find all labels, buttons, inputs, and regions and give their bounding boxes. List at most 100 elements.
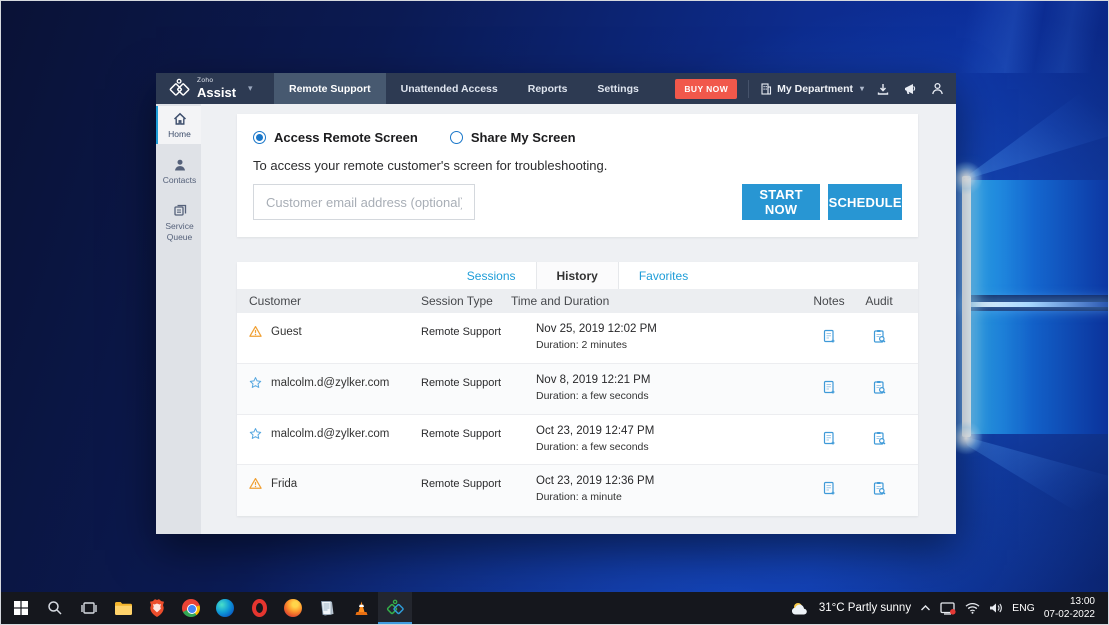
vlc-icon: [353, 600, 370, 617]
notes-icon[interactable]: [822, 380, 837, 395]
sidebar-item-service-queue[interactable]: Service Queue: [156, 198, 201, 246]
taskbar-search-button[interactable]: [38, 592, 72, 624]
radio-label: Access Remote Screen: [274, 130, 418, 145]
firefox-browser-button[interactable]: [276, 592, 310, 624]
sidebar-item-home[interactable]: Home: [156, 106, 201, 144]
tray-overflow-chevron-icon[interactable]: [920, 604, 931, 612]
taskbar-clock[interactable]: 13:00 07-02-2022: [1044, 595, 1095, 622]
start-now-button[interactable]: START NOW: [742, 184, 820, 220]
task-view-button[interactable]: [72, 592, 106, 624]
column-customer: Customer: [249, 294, 421, 308]
app-navbar: Zoho Assist ▾ Remote Support Unattended …: [156, 73, 956, 104]
tab-sessions[interactable]: Sessions: [447, 262, 536, 289]
divider: [748, 80, 749, 98]
session-duration: Duration: a minute: [536, 491, 801, 503]
favorite-star-icon: [249, 376, 262, 389]
warning-icon: [249, 325, 262, 338]
column-audit: Audit: [857, 294, 901, 308]
notepad-button[interactable]: [310, 592, 344, 624]
session-type: Remote Support: [421, 465, 511, 516]
clock-date: 07-02-2022: [1044, 608, 1095, 622]
sessions-history-card: Sessions History Favorites Customer Sess…: [237, 262, 918, 516]
table-row[interactable]: Guest Remote Support Nov 25, 2019 12:02 …: [237, 313, 918, 364]
tab-favorites[interactable]: Favorites: [619, 262, 708, 289]
vlc-player-button[interactable]: [344, 592, 378, 624]
session-type: Remote Support: [421, 415, 511, 465]
nav-tabs: Remote Support Unattended Access Reports…: [274, 73, 654, 104]
brave-browser-button[interactable]: [140, 592, 174, 624]
schedule-button[interactable]: SCHEDULE: [828, 184, 902, 220]
session-time: Nov 25, 2019 12:02 PM: [536, 323, 801, 335]
radio-unselected-icon[interactable]: [450, 131, 463, 144]
nav-tab-reports[interactable]: Reports: [513, 73, 583, 104]
screen-cast-notification-icon[interactable]: [940, 602, 956, 615]
audit-icon[interactable]: [872, 481, 887, 496]
start-button[interactable]: [4, 592, 38, 624]
weather-temp: 31°C: [819, 602, 845, 614]
notes-icon[interactable]: [822, 481, 837, 496]
radio-access-remote-screen[interactable]: Access Remote Screen: [253, 130, 418, 145]
department-selector[interactable]: My Department ▾: [760, 83, 864, 95]
weather-status[interactable]: 31°C Partly sunny: [819, 602, 911, 614]
buy-now-button[interactable]: BUY NOW: [675, 79, 737, 99]
user-icon[interactable]: [929, 81, 945, 97]
brave-icon: [149, 599, 165, 617]
opera-browser-button[interactable]: [242, 592, 276, 624]
wallpaper-window-frame: [962, 176, 971, 437]
zoho-assist-window: Zoho Assist ▾ Remote Support Unattended …: [156, 73, 956, 534]
notes-icon[interactable]: [822, 329, 837, 344]
nav-tab-remote-support[interactable]: Remote Support: [274, 73, 386, 104]
session-type: Remote Support: [421, 313, 511, 363]
chrome-browser-button[interactable]: [174, 592, 208, 624]
brand[interactable]: Zoho Assist ▾: [156, 73, 274, 104]
radio-share-my-screen[interactable]: Share My Screen: [450, 130, 576, 145]
session-time: Oct 23, 2019 12:36 PM: [536, 475, 801, 487]
nav-right-controls: BUY NOW My Department ▾: [675, 73, 956, 104]
audit-icon[interactable]: [872, 329, 887, 344]
wallpaper-window-divider: [962, 302, 1109, 307]
nav-tab-unattended-access[interactable]: Unattended Access: [386, 73, 513, 104]
file-explorer-button[interactable]: [106, 592, 140, 624]
edge-browser-button[interactable]: [208, 592, 242, 624]
desktop: Zoho Assist ▾ Remote Support Unattended …: [0, 0, 1109, 625]
customer-name: malcolm.d@zylker.com: [271, 428, 389, 440]
volume-icon[interactable]: [989, 602, 1003, 614]
contacts-icon: [173, 158, 187, 172]
wallpaper-window-pane-bottom: [971, 310, 1109, 434]
download-icon[interactable]: [875, 81, 891, 97]
radio-label: Share My Screen: [471, 130, 576, 145]
system-tray: 31°C Partly sunny ENG 13:00 07-02-2022: [791, 595, 1105, 622]
wifi-icon[interactable]: [965, 602, 980, 614]
nav-tab-settings[interactable]: Settings: [582, 73, 653, 104]
language-indicator[interactable]: ENG: [1012, 602, 1035, 614]
audit-icon[interactable]: [872, 380, 887, 395]
megaphone-icon[interactable]: [902, 81, 918, 97]
zoho-assist-taskbar-button[interactable]: [378, 592, 412, 624]
table-row[interactable]: malcolm.d@zylker.com Remote Support Nov …: [237, 364, 918, 415]
table-row[interactable]: malcolm.d@zylker.com Remote Support Oct …: [237, 415, 918, 466]
file-explorer-icon: [114, 600, 133, 616]
column-notes: Notes: [801, 294, 857, 308]
building-icon: [760, 83, 772, 95]
sidebar-item-label: Home: [168, 129, 191, 139]
table-row[interactable]: Frida Remote Support Oct 23, 2019 12:36 …: [237, 465, 918, 516]
chrome-icon: [182, 599, 200, 617]
window-body: Home Contacts Service Queue: [156, 104, 956, 534]
service-queue-icon: [173, 204, 187, 218]
sidebar-item-contacts[interactable]: Contacts: [156, 152, 201, 190]
weather-icon[interactable]: [791, 601, 810, 616]
wallpaper-light-beam: [963, 436, 1109, 532]
customer-email-input[interactable]: [253, 184, 475, 220]
audit-icon[interactable]: [872, 431, 887, 446]
brand-zoho: Zoho: [197, 78, 236, 85]
home-icon: [173, 112, 187, 126]
customer-name: Guest: [271, 326, 302, 338]
radio-selected-icon[interactable]: [253, 131, 266, 144]
windows-taskbar: 31°C Partly sunny ENG 13:00 07-02-2022: [1, 592, 1108, 624]
chevron-down-icon[interactable]: ▾: [248, 83, 253, 94]
clock-time: 13:00: [1044, 595, 1095, 609]
weather-condition: Partly sunny: [848, 602, 911, 614]
start-session-card: Access Remote Screen Share My Screen To …: [237, 114, 918, 237]
notes-icon[interactable]: [822, 431, 837, 446]
tab-history[interactable]: History: [536, 262, 619, 289]
